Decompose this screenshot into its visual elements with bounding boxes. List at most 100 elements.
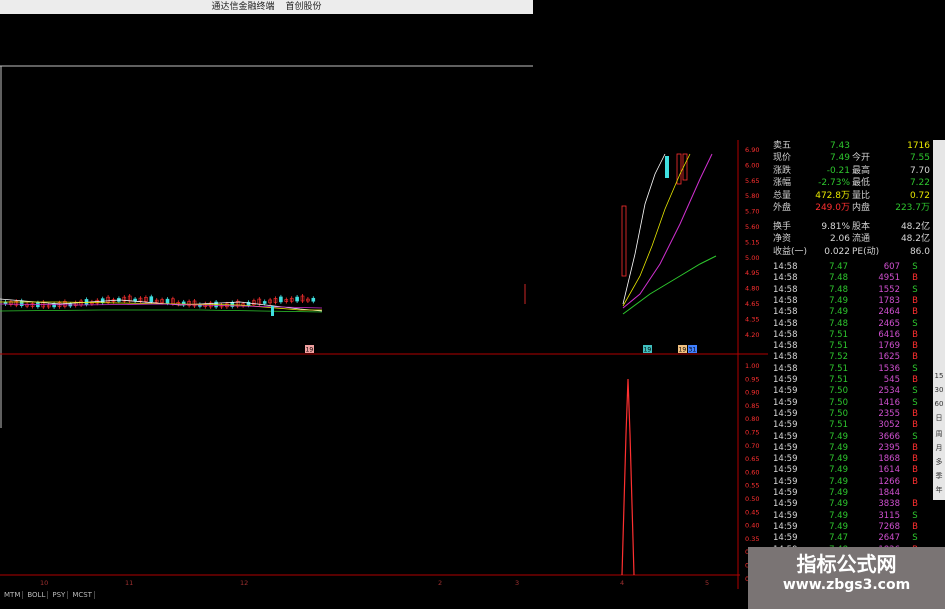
tick-row: 14:58 7.47 607 S xyxy=(770,262,932,273)
tick-volume: 1844 xyxy=(878,488,900,498)
quote-label: 今开 xyxy=(852,153,871,163)
volume-axis-label: 1.00 xyxy=(745,362,759,370)
quote-row: 涨跌 -0.21 最高 7.70 xyxy=(770,165,932,177)
tick-price: 7.51 xyxy=(829,341,848,352)
tick-price: 7.50 xyxy=(829,397,848,408)
tick-volume: 545 xyxy=(883,375,900,385)
tick-volume: 6416 xyxy=(878,329,900,340)
tick-side: S xyxy=(912,397,918,408)
price-axis-label: 4.20 xyxy=(745,331,759,339)
quote-label: 外盘 xyxy=(773,203,792,213)
indicator-tab[interactable]: MTM xyxy=(2,591,24,599)
quote-label: 量比 xyxy=(852,190,871,201)
quote-label: 最低 xyxy=(852,178,871,188)
tick-volume: 2465 xyxy=(878,318,900,329)
indicator-tab[interactable]: PSY xyxy=(50,591,69,599)
tick-time: 14:59 xyxy=(773,375,798,385)
indicator-tab[interactable]: BOLL xyxy=(25,591,49,599)
period-button[interactable]: 多 xyxy=(933,456,945,468)
quote-label: 换手 xyxy=(773,221,792,232)
tick-row: 14:59 7.50 1416 S xyxy=(770,398,932,409)
redacted-block xyxy=(323,290,623,320)
tick-side: B xyxy=(912,499,918,510)
tick-volume: 1266 xyxy=(878,476,900,487)
tick-row: 14:59 7.49 3666 S xyxy=(770,432,932,443)
volume-axis-label: 0.65 xyxy=(745,455,759,463)
tick-volume: 1625 xyxy=(878,352,900,363)
watermark-url: www.zbgs3.com xyxy=(782,577,911,593)
tick-side: B xyxy=(912,329,918,340)
tick-volume: 1536 xyxy=(878,363,900,374)
volume-axis-label: 0.85 xyxy=(745,402,759,410)
volume-axis-label: 0.40 xyxy=(745,522,759,530)
period-button[interactable]: 60 xyxy=(933,398,945,410)
tick-volume: 607 xyxy=(883,262,900,272)
period-button[interactable]: 30 xyxy=(933,384,945,396)
redacted-area-top-right xyxy=(533,0,945,140)
signal-marker-label: 19 xyxy=(644,347,652,354)
price-axis-label: 4.35 xyxy=(745,315,759,323)
candle-body xyxy=(279,296,283,303)
candle-body xyxy=(271,306,274,316)
tick-row: 14:59 7.49 1868 B xyxy=(770,454,932,465)
candle-body xyxy=(262,301,267,304)
tick-time: 14:59 xyxy=(773,408,798,419)
tick-side: B xyxy=(912,442,918,453)
date-label: 11 xyxy=(125,579,133,587)
tick-price: 7.48 xyxy=(829,318,848,329)
tick-time: 14:59 xyxy=(773,510,798,521)
tick-row: 14:59 7.49 3115 S xyxy=(770,511,932,522)
ma-line-10 xyxy=(622,153,691,307)
tick-price: 7.51 xyxy=(829,420,848,431)
quote-value: 9.81% xyxy=(821,221,850,232)
price-axis-label: 6.90 xyxy=(745,146,759,154)
quote-value: 7.70 xyxy=(909,165,930,176)
tick-time: 14:58 xyxy=(773,295,798,306)
tick-volume: 2355 xyxy=(878,408,900,419)
tick-volume: 3115 xyxy=(878,510,900,521)
price-axis-label: 5.60 xyxy=(745,223,759,231)
period-button[interactable]: 月 xyxy=(933,442,945,454)
quote-label: 股本 xyxy=(852,221,871,232)
period-button[interactable]: 15 xyxy=(933,370,945,382)
date-label: 5 xyxy=(705,579,709,587)
ma-line-60 xyxy=(622,255,717,315)
quote-value: 86.0 xyxy=(909,246,930,257)
quote-label: 流通 xyxy=(852,234,871,244)
period-button[interactable]: 季 xyxy=(933,470,945,482)
tick-row: 14:59 7.49 7268 B xyxy=(770,522,932,533)
sell5-row: 卖五 7.43 1716 xyxy=(770,140,932,152)
quote-value: 2.06 xyxy=(829,234,850,244)
watermark-title: 指标公式网 xyxy=(796,552,897,576)
tick-time: 14:58 xyxy=(773,273,798,284)
period-button[interactable]: 年 xyxy=(933,484,945,496)
tick-time: 14:59 xyxy=(773,499,798,510)
period-button[interactable]: 周 xyxy=(933,428,945,440)
tick-side: B xyxy=(912,408,918,419)
signal-marker-label: 19 xyxy=(306,347,314,354)
tick-row: 14:58 7.48 1552 S xyxy=(770,285,932,296)
tick-side: S xyxy=(912,363,918,374)
window-title: 通达信金融终端 xyxy=(211,2,275,12)
volume-axis-label: 0.60 xyxy=(745,468,759,476)
tick-volume: 2395 xyxy=(878,442,900,453)
tick-price: 7.49 xyxy=(829,465,848,476)
tick-price: 7.49 xyxy=(829,442,848,453)
tick-side: S xyxy=(912,262,918,272)
tick-side: B xyxy=(912,375,918,385)
tick-side: B xyxy=(912,273,918,284)
tick-price: 7.47 xyxy=(829,262,848,272)
period-toolbar: 日周月多季年 15 30 60 xyxy=(933,140,945,500)
tick-volume: 1552 xyxy=(878,284,900,295)
tick-time: 14:58 xyxy=(773,318,798,329)
period-button[interactable]: 日 xyxy=(933,412,945,424)
tick-side: B xyxy=(912,295,918,306)
quote-label: 净资 xyxy=(773,234,792,244)
volume-axis-label: 0.50 xyxy=(745,495,759,503)
tick-volume: 2464 xyxy=(878,307,900,318)
tick-price: 7.49 xyxy=(829,454,848,465)
tick-price: 7.51 xyxy=(829,329,848,340)
indicator-tab[interactable]: MCST xyxy=(70,591,95,599)
tick-row: 14:58 7.52 1625 B xyxy=(770,352,932,363)
tick-price: 7.49 xyxy=(829,295,848,306)
